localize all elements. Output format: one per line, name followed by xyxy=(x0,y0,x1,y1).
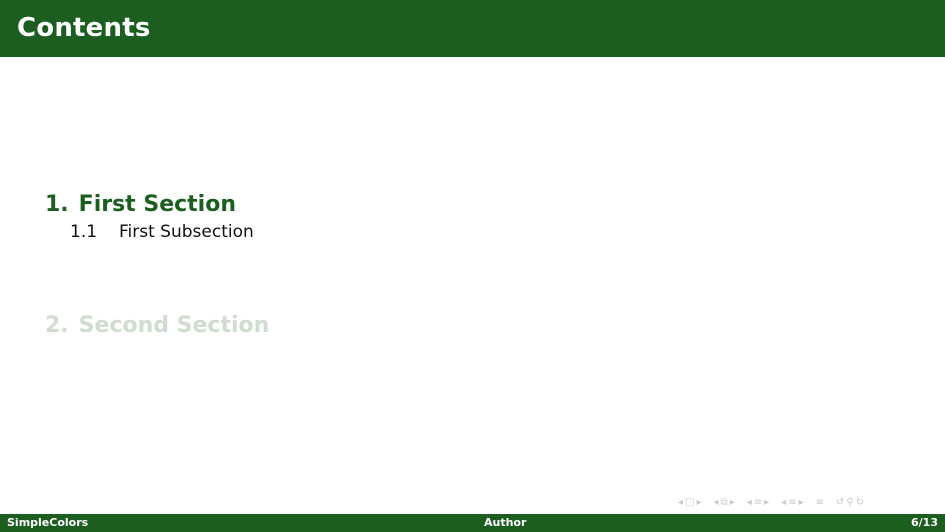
arrow-right-icon[interactable]: ▸ xyxy=(696,497,701,509)
subsection-frame-icon[interactable]: ⧉ xyxy=(721,497,728,509)
footer-page-number: 6/13 xyxy=(911,516,938,529)
toc-subsection-first[interactable]: 1.1 First Subsection xyxy=(70,222,254,242)
arrow-left-icon[interactable]: ◂ xyxy=(678,497,683,509)
toc-section-title: First Section xyxy=(78,192,237,217)
slide-footer: SimpleColors Author 6/13 xyxy=(0,514,945,532)
toc-subsection-number: 1.1 xyxy=(70,222,98,242)
arrow-right-icon[interactable]: ▸ xyxy=(799,497,804,509)
toc-section-number: 2. xyxy=(45,313,69,338)
align-icon[interactable]: ≡ xyxy=(816,497,824,509)
arrow-right-icon[interactable]: ▸ xyxy=(730,497,735,509)
arrow-right-icon[interactable]: ▸ xyxy=(764,497,769,509)
back-icon[interactable]: ↺ xyxy=(836,497,844,509)
subsection-icon[interactable]: ≡ xyxy=(788,497,796,509)
forward-icon[interactable]: ↻ xyxy=(856,497,864,509)
section-icon[interactable]: ≡ xyxy=(754,497,762,509)
footer-title: SimpleColors xyxy=(7,516,89,529)
toc-subsection-title: First Subsection xyxy=(119,222,254,242)
search-icon[interactable]: ⚲ xyxy=(846,497,853,509)
table-of-contents: 1. First Section 1.1 First Subsection 2. Se… xyxy=(0,0,945,532)
footer-author: Author xyxy=(484,516,527,529)
frame-icon[interactable]: □ xyxy=(685,497,694,509)
toc-section-first[interactable]: 1. First Section xyxy=(45,192,236,217)
arrow-left-icon[interactable]: ◂ xyxy=(714,497,719,509)
toc-section-number: 1. xyxy=(45,192,69,217)
beamer-navigation-bar: ◂ □ ▸ ◂ ⧉ ▸ ◂ ≡ ▸ ◂ ≡ ▸ ≡ ↺ ⚲ ↻ xyxy=(678,496,940,510)
toc-section-title: Second Section xyxy=(78,313,270,338)
toc-section-second[interactable]: 2. Second Section xyxy=(45,313,269,338)
arrow-left-icon[interactable]: ◂ xyxy=(747,497,752,509)
arrow-left-icon[interactable]: ◂ xyxy=(781,497,786,509)
